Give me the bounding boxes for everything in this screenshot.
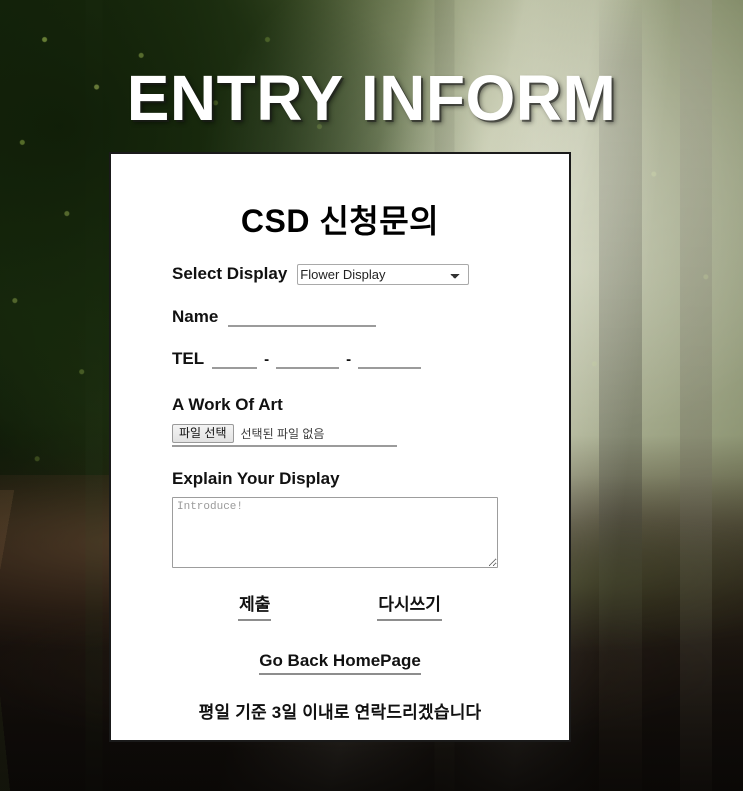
submit-button[interactable]: 제출 <box>238 594 272 621</box>
tel-part3-input[interactable] <box>358 352 422 369</box>
name-input[interactable] <box>228 310 377 327</box>
go-back-homepage-link[interactable]: Go Back HomePage <box>259 651 421 675</box>
artwork-heading: A Work Of Art <box>172 395 283 414</box>
field-name: Name <box>172 307 569 327</box>
page-root: ENTRY INFORM CSD 신청문의 Select Display Flo… <box>0 0 743 791</box>
reset-button[interactable]: 다시쓰기 <box>377 594 442 621</box>
tel-part2-input[interactable] <box>276 352 340 369</box>
explain-textarea[interactable] <box>172 497 498 568</box>
file-status-text: 선택된 파일 없음 <box>240 427 325 441</box>
tel-separator-2: - <box>346 351 352 368</box>
tel-separator-1: - <box>264 351 270 368</box>
name-label: Name <box>172 307 219 326</box>
explain-heading: Explain Your Display <box>172 469 340 488</box>
field-select-display: Select Display Flower Display <box>172 264 569 285</box>
tel-label: TEL <box>172 349 205 368</box>
contact-notice: 평일 기준 3일 이내로 연락드리겠습니다 <box>198 703 482 722</box>
form-heading: CSD 신청문의 <box>240 203 440 239</box>
home-link-container: Go Back HomePage <box>111 651 569 675</box>
form-actions: 제출 다시쓰기 <box>111 594 569 621</box>
artwork-file-input[interactable]: 파일 선택 선택된 파일 없음 <box>172 424 397 447</box>
choose-file-button[interactable]: 파일 선택 <box>172 424 234 443</box>
select-display-label: Select Display <box>172 264 288 283</box>
form-body: Select Display Flower Display Name TEL -… <box>111 264 569 723</box>
select-display-dropdown[interactable]: Flower Display <box>297 264 470 285</box>
page-title: ENTRY INFORM <box>126 61 617 134</box>
entry-form-card: CSD 신청문의 Select Display Flower Display N… <box>109 152 571 742</box>
tel-part1-input[interactable] <box>212 352 258 369</box>
field-tel: TEL - - <box>172 349 569 369</box>
